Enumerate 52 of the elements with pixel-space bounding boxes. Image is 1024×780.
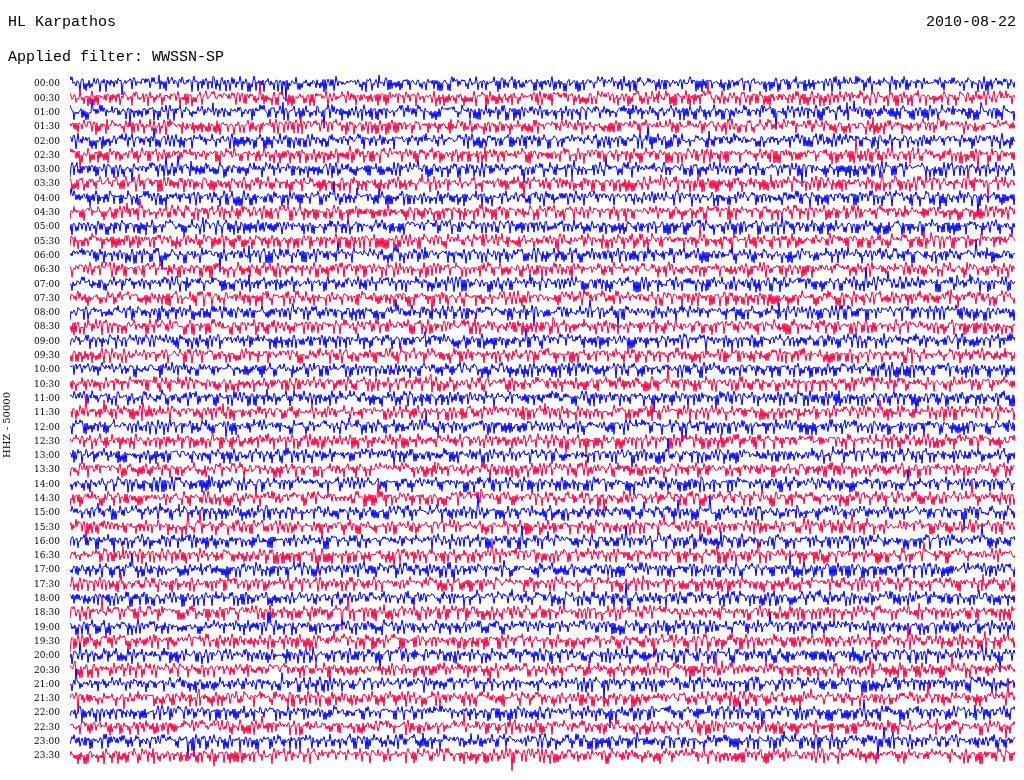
time-label: 07:00 [34, 277, 60, 291]
time-label: 05:30 [34, 234, 60, 248]
time-label: 00:30 [34, 91, 60, 105]
time-label: 21:30 [34, 692, 60, 706]
time-label: 02:30 [34, 148, 60, 162]
time-label: 18:30 [34, 606, 60, 620]
time-label: 10:00 [34, 363, 60, 377]
time-label: 14:30 [34, 492, 60, 505]
time-label: 22:00 [34, 706, 60, 720]
filter-label: Applied filter: WWSSN-SP [8, 48, 225, 66]
time-label: 10:30 [34, 377, 60, 391]
time-label: 01:30 [34, 120, 60, 134]
time-label: 01:00 [34, 106, 60, 119]
time-label: 04:00 [34, 191, 60, 205]
time-label: 07:30 [34, 291, 60, 305]
time-label: 15:30 [34, 520, 60, 534]
time-label: 20:30 [34, 663, 60, 677]
time-label: 13:00 [34, 449, 60, 463]
time-label: 17:00 [34, 563, 60, 577]
time-label: 11:00 [34, 391, 60, 405]
time-label: 06:00 [34, 248, 60, 262]
time-label: 22:30 [34, 720, 60, 734]
time-label: 13:30 [34, 463, 60, 477]
time-label: 09:30 [34, 349, 60, 363]
time-label: 23:00 [34, 735, 60, 749]
time-label: 05:00 [34, 220, 60, 234]
channel-label: HHZ - 50000 [0, 392, 13, 458]
time-label: 12:30 [34, 434, 60, 448]
time-label: 12:00 [34, 420, 60, 434]
time-label: 21:00 [34, 677, 60, 691]
time-label: 04:30 [34, 206, 60, 220]
time-label: 11:30 [34, 406, 60, 420]
time-label: 14:00 [34, 477, 60, 491]
station-title: HL Karpathos [8, 13, 117, 33]
time-label: 02:00 [34, 134, 60, 148]
time-label: 16:30 [34, 549, 60, 563]
time-label: 09:00 [34, 334, 60, 348]
time-label: 19:30 [34, 634, 60, 648]
time-label: 23:30 [34, 749, 60, 763]
time-label: 03:00 [34, 163, 60, 177]
time-label: 00:00 [34, 77, 60, 91]
time-label: 18:00 [34, 592, 60, 606]
time-label: 08:30 [34, 320, 60, 334]
time-label: 06:30 [34, 263, 60, 277]
time-label: 08:00 [34, 306, 60, 320]
time-label: 20:00 [34, 649, 60, 663]
time-label: 16:00 [34, 534, 60, 548]
time-label: 19:00 [34, 620, 60, 634]
time-label: 03:30 [34, 177, 60, 191]
time-label: 17:30 [34, 577, 60, 591]
time-label: 15:00 [34, 506, 60, 520]
date-label: 2010-08-22 [926, 13, 1016, 33]
